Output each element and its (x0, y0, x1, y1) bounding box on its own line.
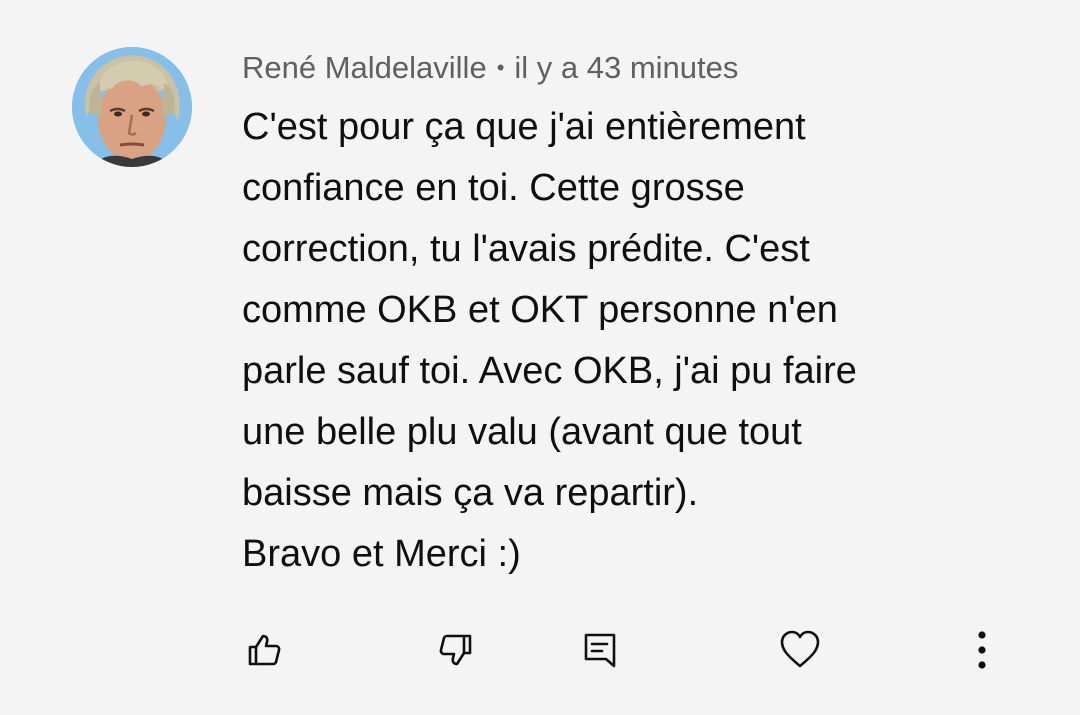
comment-text-line: correction, tu l'avais prédite. C'est (242, 228, 810, 270)
comment-meta: René Maldelaville • il y a 43 minutes (242, 48, 738, 88)
comment-reply-icon (584, 633, 616, 668)
comment-text-line: parle sauf toi. Avec OKB, j'ai pu faire (242, 350, 857, 392)
thumbs-down-icon (439, 634, 472, 666)
dislike-button[interactable] (430, 624, 482, 676)
comment-text-line: comme OKB et OKT personne n'en (242, 289, 838, 331)
comment-text-line: Bravo et Merci :) (242, 533, 521, 575)
heart-icon (780, 630, 820, 668)
thumbs-up-icon (248, 634, 281, 666)
comment-text-line: une belle plu valu (avant que tout (242, 411, 802, 453)
avatar-image (72, 47, 192, 167)
comment-text-line: confiance en toi. Cette grosse (242, 167, 745, 209)
heart-button[interactable] (774, 624, 826, 676)
comment-text-line: baisse mais ça va repartir). (242, 472, 699, 514)
avatar[interactable] (72, 47, 192, 167)
comment-item: René Maldelaville • il y a 43 minutes C'es… (0, 0, 1080, 715)
author-name[interactable]: René Maldelaville (242, 50, 487, 85)
comment-text-line: C'est pour ça que j'ai entièrement (242, 106, 806, 148)
more-vertical-icon (978, 631, 986, 669)
like-button[interactable] (238, 624, 290, 676)
comment-timestamp: il y a 43 minutes (514, 50, 739, 85)
reply-button[interactable] (574, 624, 626, 676)
more-options-button[interactable] (956, 624, 1008, 676)
meta-separator: • (496, 55, 505, 80)
comment-text: C'est pour ça que j'ai entièrement confi… (242, 97, 1032, 585)
